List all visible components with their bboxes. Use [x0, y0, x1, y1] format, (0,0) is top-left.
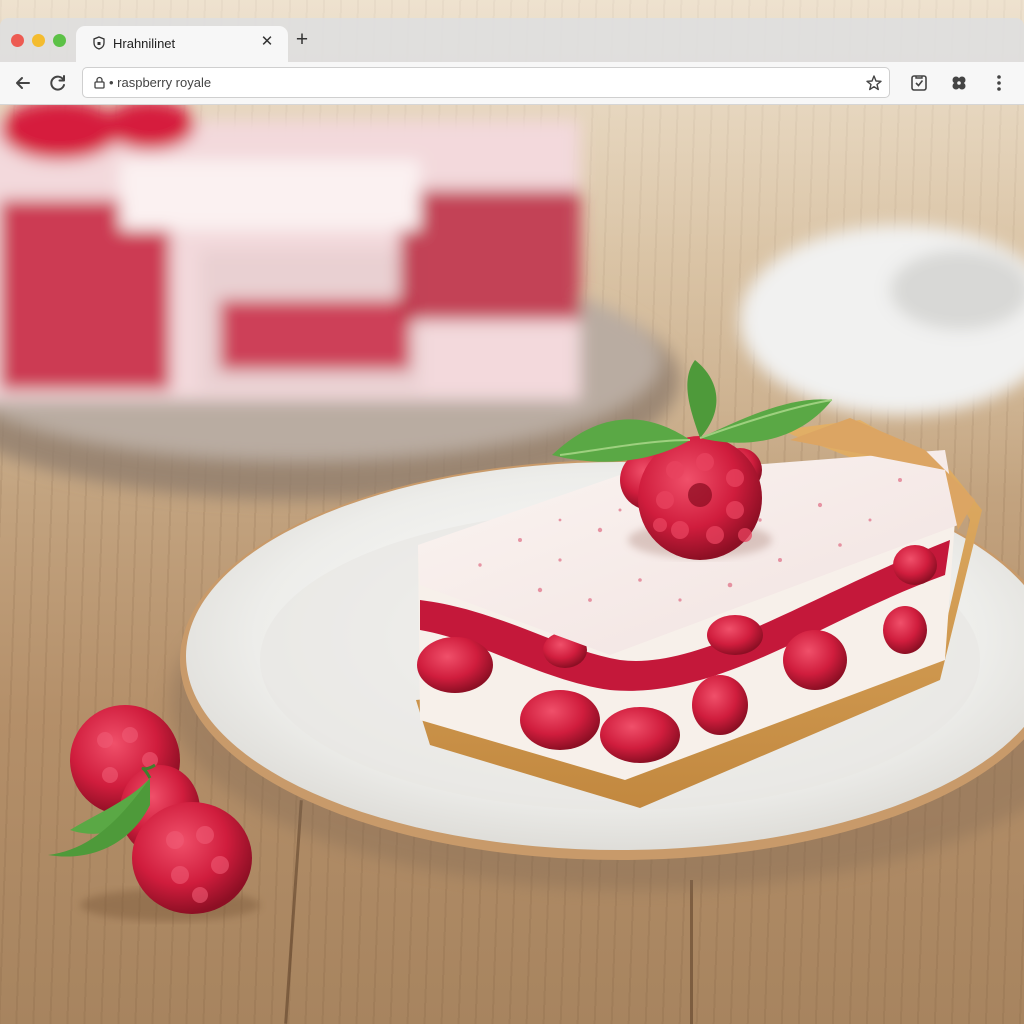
star-icon[interactable]	[865, 74, 883, 92]
lock-icon	[93, 76, 106, 89]
window-minimize-button[interactable]	[32, 34, 45, 47]
background-napkin	[740, 225, 1024, 415]
tab-title: Hrahnilinet	[113, 36, 176, 51]
tab-active[interactable]: Hrahnilinet ✕	[76, 26, 288, 62]
shield-icon	[92, 36, 106, 50]
page: Hrahnilinet ✕ + • raspberry royale	[0, 0, 1024, 1024]
address-bar[interactable]: • raspberry royale	[82, 67, 890, 98]
back-arrow-icon[interactable]	[12, 72, 34, 94]
extensions-icon[interactable]	[948, 72, 970, 94]
browser-window-chrome: Hrahnilinet ✕ + • raspberry royale	[0, 18, 1024, 105]
plus-icon[interactable]: +	[292, 29, 312, 50]
address-url-text: • raspberry royale	[109, 75, 212, 90]
menu-icon[interactable]	[988, 72, 1010, 94]
reload-icon[interactable]	[47, 72, 69, 94]
close-icon[interactable]: ✕	[259, 34, 275, 50]
dessert-photo	[0, 100, 1024, 921]
tab-strip: Hrahnilinet ✕ +	[0, 18, 1024, 62]
window-maximize-button[interactable]	[53, 34, 66, 47]
save-icon[interactable]	[908, 72, 930, 94]
browser-toolbar: • raspberry royale	[0, 62, 1024, 105]
window-close-button[interactable]	[11, 34, 24, 47]
